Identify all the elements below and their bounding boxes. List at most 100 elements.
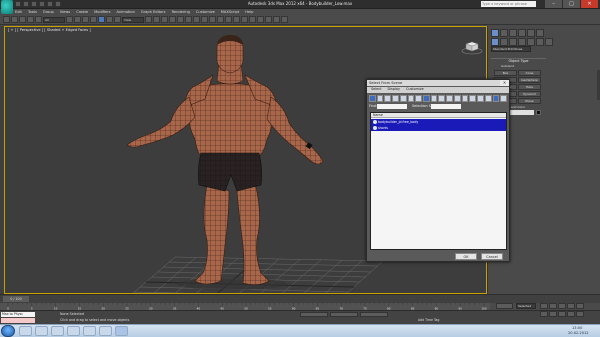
track-bar[interactable]: 0 5 10 15 20 25 30 35 40 45 50 55 60 65 70 75 80 85 90 95 10… bbox=[0, 303, 490, 310]
angle-snap-icon[interactable] bbox=[177, 16, 184, 23]
save-file-button[interactable] bbox=[31, 1, 37, 7]
display-helpers-icon[interactable] bbox=[399, 95, 407, 102]
window-crossing-icon[interactable] bbox=[90, 16, 97, 23]
pivot-center-icon[interactable] bbox=[145, 16, 152, 23]
go-to-start-icon[interactable] bbox=[540, 303, 548, 309]
search-input[interactable]: Type a keyword or phrase bbox=[481, 1, 536, 7]
undo-button[interactable] bbox=[39, 1, 45, 7]
motion-tab-icon[interactable] bbox=[518, 29, 526, 37]
space-warps-icon[interactable] bbox=[536, 38, 544, 46]
modify-tab-icon[interactable] bbox=[500, 29, 508, 37]
select-object-icon[interactable] bbox=[66, 16, 73, 23]
select-scale-icon[interactable] bbox=[114, 16, 121, 23]
display-cameras-icon[interactable] bbox=[392, 95, 399, 102]
menu-edit[interactable]: Edit bbox=[15, 10, 22, 14]
key-filter-dropdown[interactable]: Selected bbox=[516, 303, 536, 309]
pyramid-button[interactable]: Pyramid bbox=[518, 91, 541, 97]
shapes-icon[interactable] bbox=[500, 38, 508, 46]
unlink-icon[interactable] bbox=[27, 16, 34, 23]
taskbar-chrome-icon[interactable] bbox=[83, 326, 96, 336]
zoom-all-icon[interactable] bbox=[549, 311, 557, 317]
systems-icon[interactable] bbox=[545, 38, 553, 46]
taskbar-3dsmax-active-icon[interactable] bbox=[115, 326, 128, 336]
cancel-button[interactable]: Cancel bbox=[481, 253, 503, 260]
taskbar-3dsmax-icon[interactable] bbox=[67, 326, 80, 336]
autogrid-checkbox[interactable]: AutoGrid bbox=[501, 64, 514, 68]
play-icon[interactable] bbox=[558, 303, 566, 309]
mirror-icon[interactable] bbox=[209, 16, 216, 23]
find-input[interactable] bbox=[377, 104, 407, 109]
select-manipulate-icon[interactable] bbox=[153, 16, 160, 23]
named-selection-icon[interactable] bbox=[201, 16, 208, 23]
taskbar-media-player-icon[interactable] bbox=[51, 326, 64, 336]
selection-filter-dropdown[interactable]: All bbox=[43, 16, 65, 23]
selection-set-dropdown[interactable] bbox=[431, 104, 461, 109]
maximize-viewport-icon[interactable] bbox=[576, 311, 584, 317]
undo-icon[interactable] bbox=[3, 16, 10, 23]
bind-space-warp-icon[interactable] bbox=[35, 16, 42, 23]
graphite-toggle-icon[interactable] bbox=[233, 16, 240, 23]
hold-button[interactable] bbox=[55, 1, 61, 7]
rendered-frame-icon[interactable] bbox=[273, 16, 280, 23]
minimize-button[interactable]: – bbox=[545, 0, 562, 8]
display-all-icon[interactable] bbox=[461, 95, 469, 102]
select-dependents-icon[interactable] bbox=[500, 95, 507, 102]
cameras-icon[interactable] bbox=[518, 38, 526, 46]
viewport-label[interactable]: [ + ] [ Perspective ] [ Shaded + Edged F… bbox=[8, 28, 91, 32]
name-column-header[interactable]: Name bbox=[371, 113, 506, 118]
close-button[interactable]: ✕ bbox=[581, 0, 598, 8]
lights-icon[interactable] bbox=[509, 38, 517, 46]
dialog-close-button[interactable]: ✕ bbox=[500, 80, 509, 86]
redo-button[interactable] bbox=[47, 1, 53, 7]
link-icon[interactable] bbox=[19, 16, 26, 23]
hierarchy-tab-icon[interactable] bbox=[509, 29, 517, 37]
rectangle-selection-icon[interactable] bbox=[82, 16, 89, 23]
time-slider[interactable]: 0 / 100 bbox=[3, 296, 29, 302]
select-rotate-icon[interactable] bbox=[106, 16, 113, 23]
display-xrefs-icon[interactable] bbox=[423, 95, 430, 102]
set-key-icon[interactable] bbox=[496, 303, 513, 309]
viewcube-icon[interactable] bbox=[461, 39, 483, 55]
dialog-menu-display[interactable]: Display bbox=[387, 87, 400, 93]
clock-time[interactable]: 13:00 bbox=[572, 326, 582, 330]
display-hidden-icon[interactable] bbox=[453, 95, 461, 102]
previous-frame-icon[interactable] bbox=[549, 303, 557, 309]
display-lights-icon[interactable] bbox=[384, 95, 392, 102]
geometry-icon[interactable] bbox=[491, 38, 499, 46]
bodybuilder-model[interactable] bbox=[125, 35, 335, 294]
utilities-tab-icon[interactable] bbox=[536, 29, 544, 37]
menu-graph-editors[interactable]: Graph Editors bbox=[141, 10, 166, 14]
display-geometry-icon[interactable] bbox=[369, 95, 376, 102]
menu-maxscript[interactable]: MAXScript bbox=[221, 10, 239, 14]
start-button[interactable] bbox=[1, 325, 15, 337]
clock-date[interactable]: 20.02.2012 bbox=[568, 331, 589, 335]
plane-button[interactable]: Plane bbox=[518, 98, 541, 104]
render-setup-icon[interactable] bbox=[265, 16, 272, 23]
keyboard-shortcut-icon[interactable] bbox=[161, 16, 168, 23]
curve-editor-icon[interactable] bbox=[241, 16, 248, 23]
cone-button[interactable]: Cone bbox=[518, 70, 541, 76]
open-file-button[interactable] bbox=[23, 1, 29, 7]
schematic-view-icon[interactable] bbox=[249, 16, 256, 23]
scene-object-list[interactable]: Name bodybuilder_jd.free_body shorts bbox=[370, 112, 507, 250]
percent-snap-icon[interactable] bbox=[185, 16, 192, 23]
dialog-title[interactable]: Select From Scene bbox=[367, 80, 509, 86]
orbit-icon[interactable] bbox=[567, 311, 575, 317]
tube-button[interactable]: Tube bbox=[518, 84, 541, 90]
menu-tools[interactable]: Tools bbox=[28, 10, 37, 14]
display-children-icon[interactable] bbox=[492, 95, 500, 102]
redo-icon[interactable] bbox=[11, 16, 18, 23]
zoom-icon[interactable] bbox=[540, 311, 548, 317]
reference-coordinate-dropdown[interactable]: View bbox=[122, 16, 144, 23]
display-shapes-icon[interactable] bbox=[376, 95, 384, 102]
create-tab-icon[interactable] bbox=[491, 29, 499, 37]
maxscript-output[interactable] bbox=[1, 318, 35, 323]
dialog-menu-select[interactable]: Select bbox=[371, 87, 381, 93]
material-editor-icon[interactable] bbox=[257, 16, 264, 23]
go-to-end-icon[interactable] bbox=[576, 303, 584, 309]
ok-button[interactable]: OK bbox=[455, 253, 477, 260]
display-tab-icon[interactable] bbox=[527, 29, 535, 37]
display-groups-icon[interactable] bbox=[415, 95, 423, 102]
list-item[interactable]: shorts bbox=[371, 125, 506, 131]
taskbar-photoshop-icon[interactable] bbox=[19, 326, 32, 336]
